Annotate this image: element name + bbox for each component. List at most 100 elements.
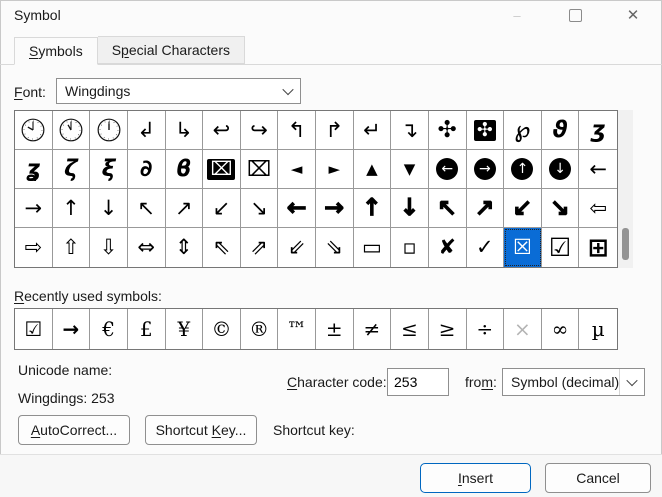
grid-cell[interactable]: ▭: [353, 228, 392, 267]
grid-cell[interactable]: ℘: [504, 111, 542, 150]
grid-cell[interactable]: µ: [579, 309, 617, 349]
grid-cell[interactable]: ∞: [541, 309, 580, 349]
grid-cell[interactable]: ✣: [428, 111, 467, 150]
symbol-glyph: →: [473, 158, 496, 180]
grid-cell[interactable]: [52, 111, 91, 150]
grid-cell[interactable]: ↙: [504, 189, 542, 228]
grid-cell[interactable]: ⇨: [15, 228, 53, 267]
grid-cell[interactable]: ►: [316, 150, 354, 189]
grid-cell[interactable]: ↪: [240, 111, 279, 150]
grid-cell[interactable]: ⇙: [278, 228, 316, 267]
tab-symbols[interactable]: Symbols: [14, 37, 98, 65]
grid-cell[interactable]: ✘: [428, 228, 467, 267]
grid-cell[interactable]: ↗: [165, 189, 204, 228]
font-dropdown[interactable]: Wingdings: [56, 78, 301, 104]
grid-cell[interactable]: ⇕: [165, 228, 204, 267]
grid-cell[interactable]: ¥: [165, 309, 204, 349]
scrollbar-thumb[interactable]: [622, 228, 629, 260]
grid-cell[interactable]: ←: [278, 189, 316, 228]
grid-cell[interactable]: ↱: [316, 111, 354, 150]
grid-cell[interactable]: ⇦: [579, 189, 617, 228]
grid-cell[interactable]: £: [127, 309, 166, 349]
grid-cell[interactable]: ⊞: [579, 228, 617, 267]
cancel-button[interactable]: Cancel: [545, 463, 651, 493]
grid-cell[interactable]: ⇖: [203, 228, 241, 267]
grid-cell[interactable]: ζ: [52, 150, 91, 189]
grid-cell[interactable]: ×: [504, 309, 542, 349]
grid-cell[interactable]: ↑: [353, 189, 392, 228]
symbol-glyph: [58, 117, 84, 143]
grid-cell[interactable]: ▫: [391, 228, 429, 267]
grid-cell[interactable]: ↲: [127, 111, 166, 150]
grid-cell[interactable]: →: [466, 150, 505, 189]
grid-cell[interactable]: ↘: [541, 189, 580, 228]
grid-cell[interactable]: →: [52, 309, 91, 349]
grid-cell[interactable]: ←: [428, 150, 467, 189]
grid-cell[interactable]: ʒ: [579, 111, 617, 150]
tab-special-characters[interactable]: Special Characters: [97, 36, 245, 64]
grid-cell[interactable]: ↗: [466, 189, 505, 228]
grid-cell[interactable]: ↑: [52, 189, 91, 228]
grid-cell[interactable]: ξ: [90, 150, 128, 189]
grid-cell[interactable]: ϑ: [541, 111, 580, 150]
grid-cell[interactable]: ☑: [15, 309, 53, 349]
grid-cell[interactable]: ≤: [391, 309, 429, 349]
close-button[interactable]: ✕: [604, 0, 662, 30]
grid-cell[interactable]: ↩: [203, 111, 241, 150]
grid-cell[interactable]: ✓: [466, 228, 505, 267]
minimize-button[interactable]: –: [488, 0, 546, 30]
maximize-button[interactable]: [546, 0, 604, 30]
grid-cell[interactable]: [90, 111, 128, 150]
grid-cell[interactable]: ▲: [353, 150, 392, 189]
grid-cell[interactable]: ◄: [278, 150, 316, 189]
grid-cell[interactable]: ↳: [165, 111, 204, 150]
from-dropdown-chevron-box[interactable]: [619, 369, 644, 395]
grid-cell[interactable]: ⌧: [203, 150, 241, 189]
grid-cell[interactable]: ↵: [353, 111, 392, 150]
grid-cell[interactable]: ⇔: [127, 228, 166, 267]
grid-cell[interactable]: ↙: [203, 189, 241, 228]
shortcut-key-button[interactable]: Shortcut Key...: [145, 415, 257, 445]
grid-cell[interactable]: ↴: [391, 111, 429, 150]
dialog-title: Symbol: [14, 7, 61, 23]
grid-cell[interactable]: ↑: [504, 150, 542, 189]
grid-cell[interactable]: ⇗: [240, 228, 279, 267]
grid-cell[interactable]: ⇩: [90, 228, 128, 267]
grid-cell[interactable]: [15, 111, 53, 150]
grid-cell[interactable]: ▼: [391, 150, 429, 189]
grid-cell[interactable]: ↓: [541, 150, 580, 189]
grid-cell[interactable]: →: [316, 189, 354, 228]
grid-cell[interactable]: ⇘: [316, 228, 354, 267]
from-dropdown[interactable]: Symbol (decimal): [502, 368, 645, 396]
grid-cell[interactable]: ʓ: [15, 150, 53, 189]
grid-cell[interactable]: ≠: [353, 309, 392, 349]
grid-cell[interactable]: ←: [579, 150, 617, 189]
character-code-input[interactable]: [387, 368, 449, 396]
grid-cell[interactable]: ©: [203, 309, 241, 349]
grid-cell[interactable]: ↘: [240, 189, 279, 228]
grid-cell[interactable]: ≥: [428, 309, 467, 349]
grid-cell[interactable]: →: [15, 189, 53, 228]
grid-cell[interactable]: ™: [278, 309, 316, 349]
grid-cell[interactable]: ↓: [391, 189, 429, 228]
autocorrect-button[interactable]: AutoCorrect...: [18, 415, 130, 445]
grid-cell[interactable]: ϐ: [165, 150, 204, 189]
grid-cell[interactable]: ±: [316, 309, 354, 349]
insert-button[interactable]: Insert: [420, 463, 531, 493]
grid-cell[interactable]: ☑: [541, 228, 580, 267]
grid-cell[interactable]: ⇧: [52, 228, 91, 267]
grid-cell[interactable]: ®: [240, 309, 279, 349]
grid-cell[interactable]: ÷: [466, 309, 505, 349]
grid-cell[interactable]: ⌧: [240, 150, 279, 189]
grid-cell[interactable]: ∂: [127, 150, 166, 189]
grid-cell[interactable]: ↓: [90, 189, 128, 228]
grid-cell[interactable]: €: [90, 309, 128, 349]
font-dropdown-chevron-box[interactable]: [276, 79, 300, 103]
symbol-grid-scrollbar[interactable]: [618, 110, 633, 268]
grid-cell[interactable]: ↖: [428, 189, 467, 228]
grid-cell-selected[interactable]: ☒: [504, 228, 542, 267]
grid-cell[interactable]: ↰: [278, 111, 316, 150]
grid-cell[interactable]: ✣: [466, 111, 505, 150]
grid-cell[interactable]: ↖: [127, 189, 166, 228]
close-icon: ✕: [626, 7, 640, 24]
